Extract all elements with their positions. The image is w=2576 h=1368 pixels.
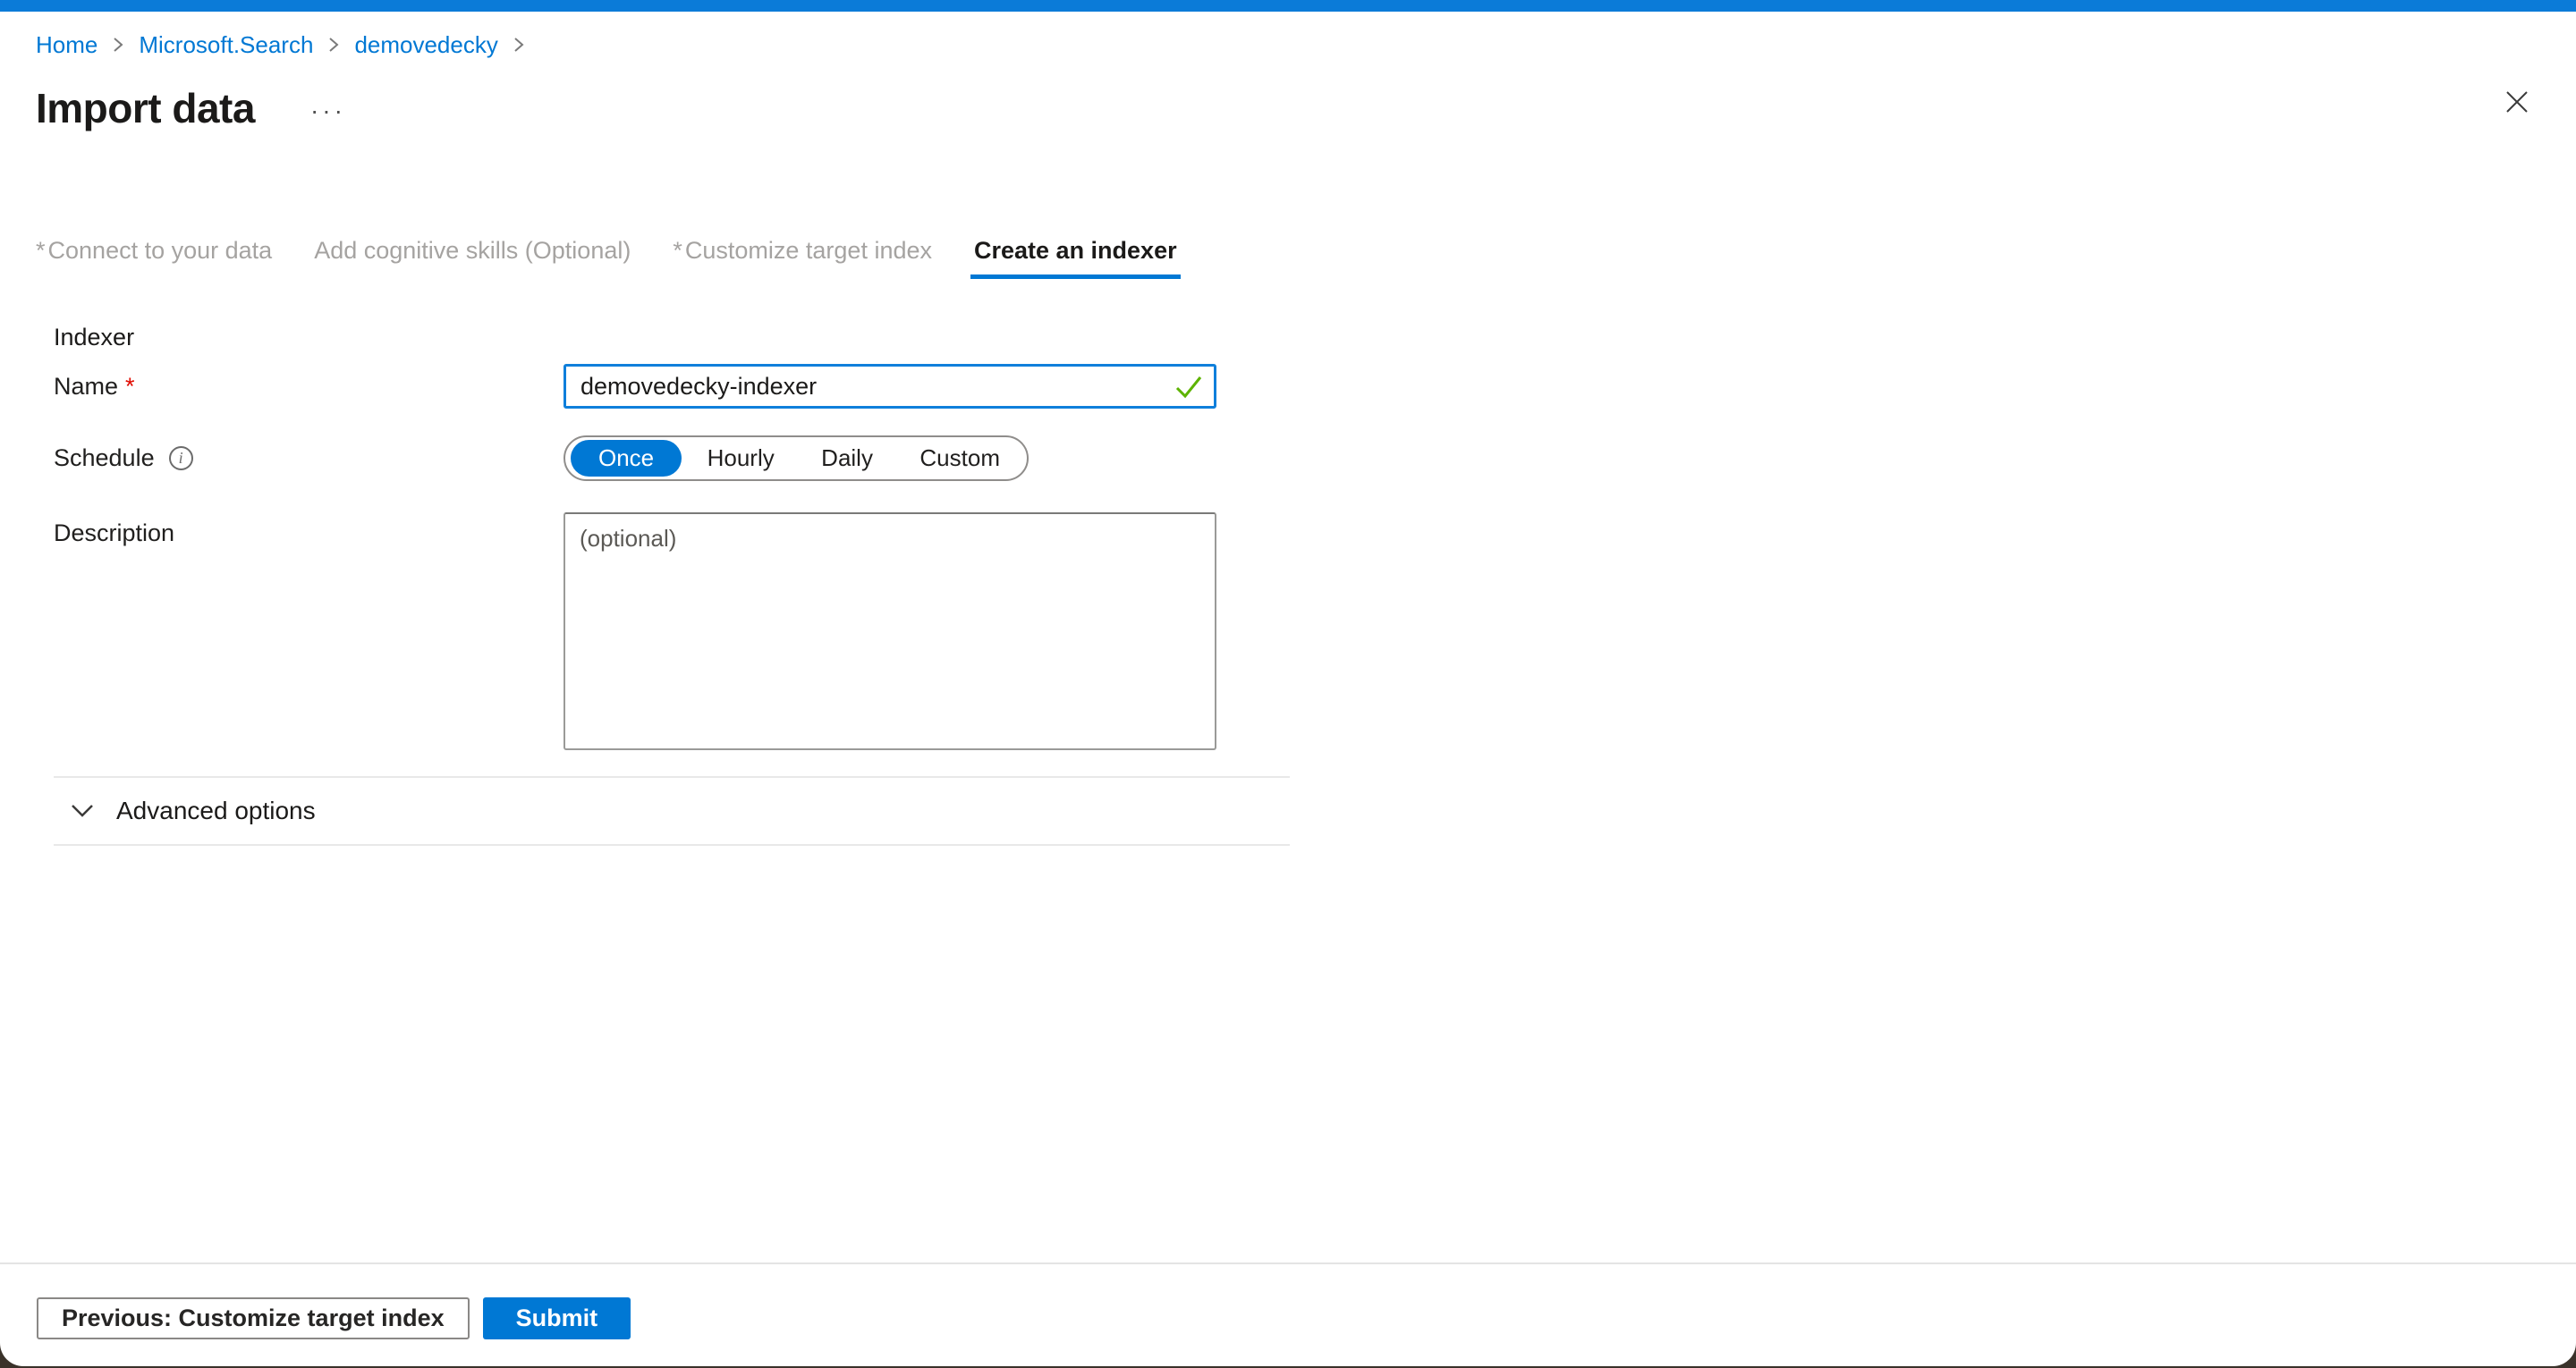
divider: [54, 844, 1290, 846]
tab-customize-target-index[interactable]: *Customize target index: [673, 237, 932, 279]
description-label-text: Description: [54, 519, 174, 547]
chevron-right-icon: [326, 34, 341, 55]
indexer-name-input[interactable]: [564, 364, 1216, 409]
schedule-option-custom[interactable]: Custom: [898, 444, 1021, 472]
breadcrumb-home[interactable]: Home: [36, 30, 97, 59]
required-marker: *: [125, 373, 135, 401]
schedule-option-daily[interactable]: Daily: [800, 444, 894, 472]
schedule-label: Schedule i: [54, 444, 564, 472]
import-data-panel: Home Microsoft.Search demovedecky Import…: [0, 0, 2576, 1366]
check-icon: [1174, 374, 1204, 405]
footer-bar: Previous: Customize target index Submit: [0, 1262, 2576, 1339]
required-marker: *: [673, 237, 682, 264]
tab-label: Add cognitive skills (Optional): [314, 237, 631, 264]
tab-label: Connect to your data: [48, 237, 273, 264]
indexer-section-title: Indexer: [54, 324, 2540, 351]
info-icon[interactable]: i: [169, 446, 193, 470]
tab-connect-to-your-data[interactable]: *Connect to your data: [36, 237, 272, 279]
tab-add-cognitive-skills[interactable]: Add cognitive skills (Optional): [314, 237, 631, 279]
breadcrumb-microsoft-search[interactable]: Microsoft.Search: [139, 30, 313, 59]
submit-button[interactable]: Submit: [483, 1297, 631, 1339]
name-label-text: Name: [54, 373, 118, 401]
page-title: Import data: [36, 84, 255, 132]
tab-label: Customize target index: [685, 237, 932, 264]
wizard-tabs: *Connect to your data Add cognitive skil…: [36, 237, 2540, 279]
schedule-option-once[interactable]: Once: [571, 440, 682, 477]
advanced-options-label: Advanced options: [116, 797, 316, 825]
previous-step-button[interactable]: Previous: Customize target index: [37, 1297, 470, 1339]
description-label: Description: [54, 512, 564, 547]
name-label: Name *: [54, 373, 564, 401]
breadcrumb-demovedecky[interactable]: demovedecky: [354, 30, 497, 59]
tab-create-an-indexer[interactable]: Create an indexer: [974, 237, 1177, 279]
top-accent-bar: [0, 0, 2576, 12]
breadcrumb: Home Microsoft.Search demovedecky: [36, 30, 2540, 59]
tab-label: Create an indexer: [974, 237, 1177, 264]
description-textarea[interactable]: [564, 512, 1216, 750]
schedule-pill-group: Once Hourly Daily Custom: [564, 435, 1029, 481]
chevron-right-icon: [512, 34, 526, 55]
chevron-down-icon: [70, 803, 95, 819]
advanced-options-expander[interactable]: Advanced options: [70, 778, 2540, 844]
chevron-right-icon: [111, 34, 125, 55]
required-marker: *: [36, 237, 46, 264]
close-icon[interactable]: [2497, 82, 2537, 122]
schedule-option-hourly[interactable]: Hourly: [686, 444, 796, 472]
more-icon[interactable]: ···: [310, 101, 346, 115]
schedule-label-text: Schedule: [54, 444, 155, 472]
